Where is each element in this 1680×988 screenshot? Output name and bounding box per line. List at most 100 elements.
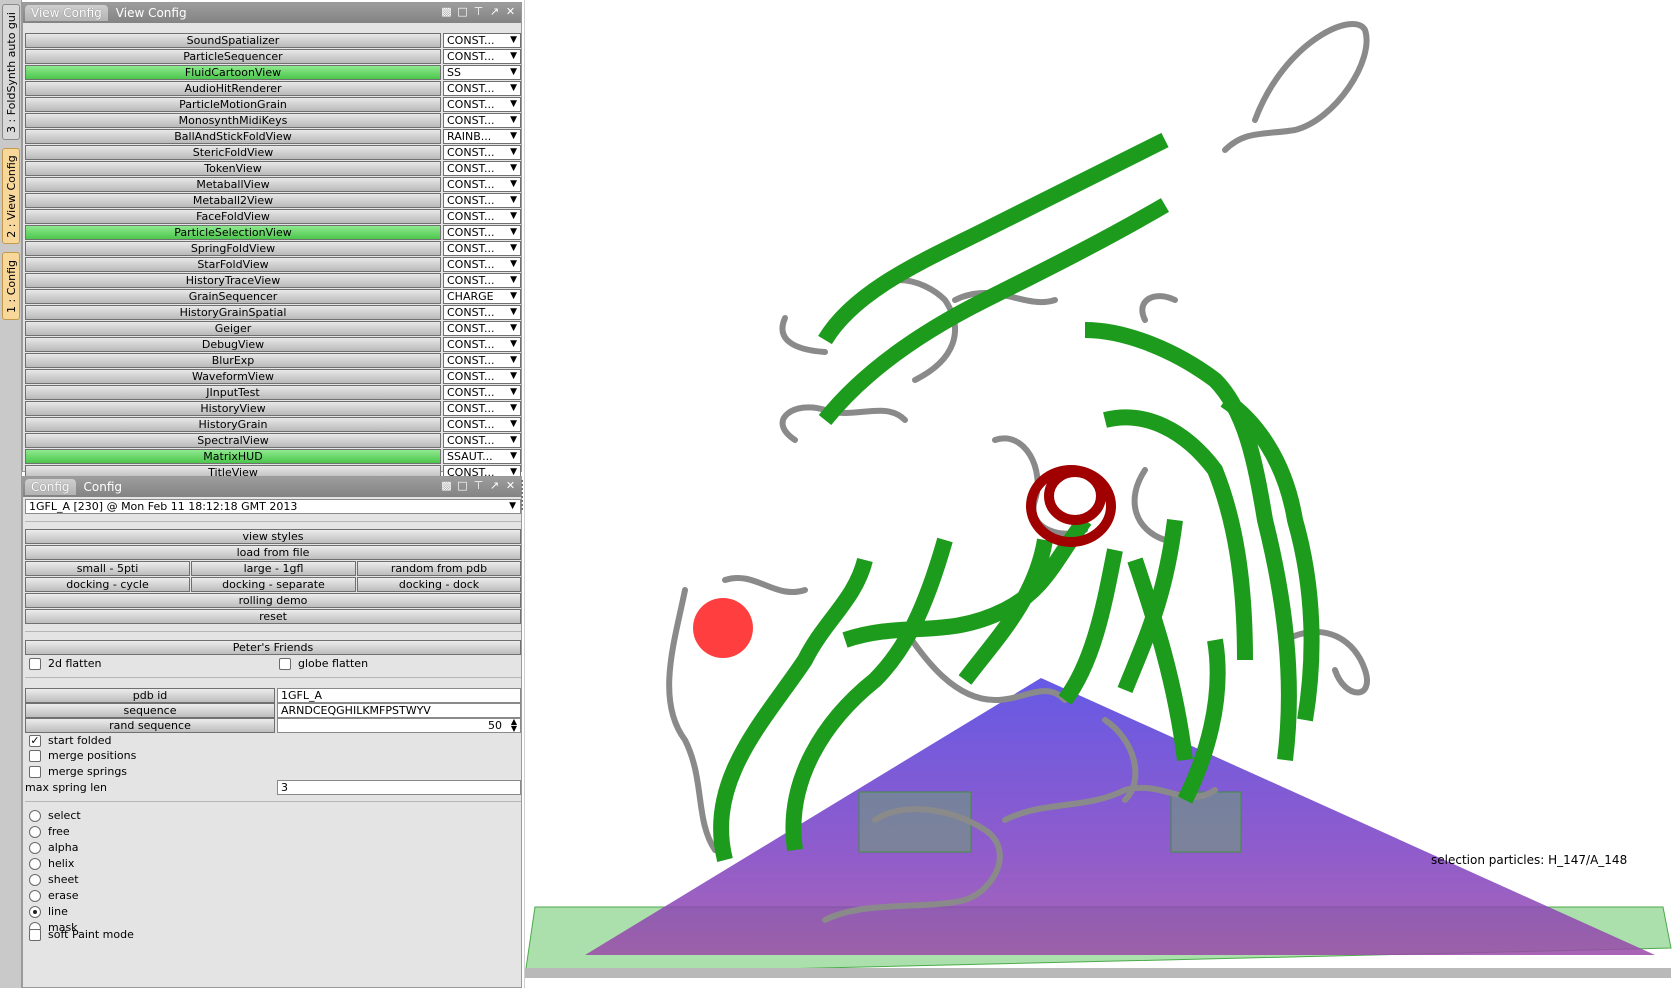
side-tab-config[interactable]: 1 : Config <box>2 252 20 320</box>
paint-mode-radio-line[interactable]: line <box>29 905 68 918</box>
spinner-arrows-icon[interactable]: ▲ ▼ <box>511 718 517 733</box>
view-mode-select[interactable]: CONST... ▼ <box>443 257 521 272</box>
view-mode-select[interactable]: CONST... ▼ <box>443 33 521 48</box>
merge-springs-checkbox[interactable]: merge springs <box>29 765 127 778</box>
view-toggle-button[interactable]: FluidCartoonView <box>25 65 441 80</box>
rand-sequence-button[interactable]: rand sequence <box>25 718 275 733</box>
view-config-tab[interactable]: View Config <box>25 5 108 21</box>
view-mode-select[interactable]: RAINB... ▼ <box>443 129 521 144</box>
paint-mode-radio-free[interactable]: free <box>29 825 70 838</box>
float-icon[interactable]: ▩ <box>440 479 453 493</box>
small-5pti-button[interactable]: small - 5pti <box>25 561 190 576</box>
view-toggle-button[interactable]: WaveformView <box>25 369 441 384</box>
view-toggle-button[interactable]: StarFoldView <box>25 257 441 272</box>
view-mode-select[interactable]: CONST... ▼ <box>443 209 521 224</box>
pin-icon[interactable]: ⊤ <box>472 479 485 493</box>
view-toggle-button[interactable]: ParticleSelectionView <box>25 225 441 240</box>
view-toggle-button[interactable]: BlurExp <box>25 353 441 368</box>
view-mode-select[interactable]: CONST... ▼ <box>443 433 521 448</box>
pdb-id-input[interactable]: 1GFL_A <box>277 688 521 703</box>
peters-friends-button[interactable]: Peter's Friends <box>25 640 521 655</box>
view-toggle-button[interactable]: SpringFoldView <box>25 241 441 256</box>
docking-dock-button[interactable]: docking - dock <box>357 577 521 592</box>
view-mode-select[interactable]: CONST... ▼ <box>443 321 521 336</box>
close-icon[interactable]: ✕ <box>504 5 517 19</box>
view-mode-select[interactable]: CONST... ▼ <box>443 97 521 112</box>
view-toggle-button[interactable]: SoundSpatializer <box>25 33 441 48</box>
float-icon[interactable]: ▩ <box>440 5 453 19</box>
session-select[interactable]: 1GFL_A [230] @ Mon Feb 11 18:12:18 GMT 2… <box>25 499 521 514</box>
view-mode-select[interactable]: CONST... ▼ <box>443 337 521 352</box>
view-toggle-button[interactable]: ParticleMotionGrain <box>25 97 441 112</box>
view-toggle-button[interactable]: MetaballView <box>25 177 441 192</box>
2d-flatten-checkbox[interactable]: 2d flatten <box>29 657 102 670</box>
view-mode-select[interactable]: CONST... ▼ <box>443 401 521 416</box>
view-mode-select[interactable]: CONST... ▼ <box>443 305 521 320</box>
view-mode-select[interactable]: CONST... ▼ <box>443 177 521 192</box>
view-mode-select[interactable]: CONST... ▼ <box>443 225 521 240</box>
view-toggle-button[interactable]: DebugView <box>25 337 441 352</box>
view-toggle-button[interactable]: HistoryGrain <box>25 417 441 432</box>
maximize-icon[interactable]: □ <box>456 5 469 19</box>
view-toggle-button[interactable]: HistoryView <box>25 401 441 416</box>
rolling-demo-button[interactable]: rolling demo <box>25 593 521 608</box>
view-toggle-button[interactable]: AudioHitRenderer <box>25 81 441 96</box>
paint-mode-radio-erase[interactable]: erase <box>29 889 79 902</box>
load-from-file-button[interactable]: load from file <box>25 545 521 560</box>
docking-separate-button[interactable]: docking - separate <box>191 577 356 592</box>
view-mode-select[interactable]: CONST... ▼ <box>443 273 521 288</box>
sequence-button[interactable]: sequence <box>25 703 275 718</box>
detach-icon[interactable]: ↗ <box>488 5 501 19</box>
rand-sequence-spinner[interactable]: 50 ▲ ▼ <box>277 718 521 733</box>
side-tab-view-config[interactable]: 2 : View Config <box>2 148 20 244</box>
random-from-pdb-button[interactable]: random from pdb <box>357 561 521 576</box>
view-mode-select[interactable]: CONST... ▼ <box>443 193 521 208</box>
view-mode-select[interactable]: CONST... ▼ <box>443 113 521 128</box>
view-toggle-button[interactable]: Metaball2View <box>25 193 441 208</box>
view-toggle-button[interactable]: MonosynthMidiKeys <box>25 113 441 128</box>
globe-flatten-checkbox[interactable]: globe flatten <box>279 657 368 670</box>
pdb-id-button[interactable]: pdb id <box>25 688 275 703</box>
view-mode-select[interactable]: CHARGE ▼ <box>443 289 521 304</box>
view-toggle-button[interactable]: SpectralView <box>25 433 441 448</box>
view-toggle-button[interactable]: FaceFoldView <box>25 209 441 224</box>
large-1gfl-button[interactable]: large - 1gfl <box>191 561 356 576</box>
view-toggle-button[interactable]: ParticleSequencer <box>25 49 441 64</box>
close-icon[interactable]: ✕ <box>504 479 517 493</box>
paint-mode-radio-sheet[interactable]: sheet <box>29 873 79 886</box>
sequence-input[interactable]: ARNDCEQGHILKMFPSTWYV <box>277 703 521 718</box>
view-mode-select[interactable]: CONST... ▼ <box>443 241 521 256</box>
view-mode-select[interactable]: CONST... ▼ <box>443 353 521 368</box>
view-mode-select[interactable]: SSAUT... ▼ <box>443 449 521 464</box>
view-toggle-button[interactable]: BallAndStickFoldView <box>25 129 441 144</box>
soft-paint-mode-checkbox[interactable]: soft Paint mode <box>29 928 134 941</box>
view-styles-button[interactable]: view styles <box>25 529 521 544</box>
config-tab[interactable]: Config <box>25 479 76 495</box>
paint-mode-radio-alpha[interactable]: alpha <box>29 841 79 854</box>
view-toggle-button[interactable]: GrainSequencer <box>25 289 441 304</box>
view-mode-select[interactable]: CONST... ▼ <box>443 145 521 160</box>
view-toggle-button[interactable]: TokenView <box>25 161 441 176</box>
paint-mode-radio-select[interactable]: select <box>29 809 81 822</box>
merge-positions-checkbox[interactable]: merge positions <box>29 749 136 762</box>
view-toggle-button[interactable]: Geiger <box>25 321 441 336</box>
pin-icon[interactable]: ⊤ <box>472 5 485 19</box>
start-folded-checkbox[interactable]: ✓ start folded <box>29 734 112 747</box>
side-tab-foldsynth-auto-gui[interactable]: 3 : FoldSynth auto gui <box>2 4 20 140</box>
reset-button[interactable]: reset <box>25 609 521 624</box>
docking-cycle-button[interactable]: docking - cycle <box>25 577 190 592</box>
paint-mode-radio-helix[interactable]: helix <box>29 857 74 870</box>
3d-viewport[interactable] <box>524 0 1680 988</box>
view-toggle-button[interactable]: HistoryTraceView <box>25 273 441 288</box>
view-mode-select[interactable]: CONST... ▼ <box>443 81 521 96</box>
view-mode-select[interactable]: CONST... ▼ <box>443 385 521 400</box>
view-toggle-button[interactable]: StericFoldView <box>25 145 441 160</box>
detach-icon[interactable]: ↗ <box>488 479 501 493</box>
view-mode-select[interactable]: CONST... ▼ <box>443 417 521 432</box>
view-mode-select[interactable]: CONST... ▼ <box>443 369 521 384</box>
maximize-icon[interactable]: □ <box>456 479 469 493</box>
max-spring-len-input[interactable]: 3 <box>277 780 521 795</box>
view-mode-select[interactable]: CONST... ▼ <box>443 161 521 176</box>
view-toggle-button[interactable]: MatrixHUD <box>25 449 441 464</box>
view-toggle-button[interactable]: JInputTest <box>25 385 441 400</box>
